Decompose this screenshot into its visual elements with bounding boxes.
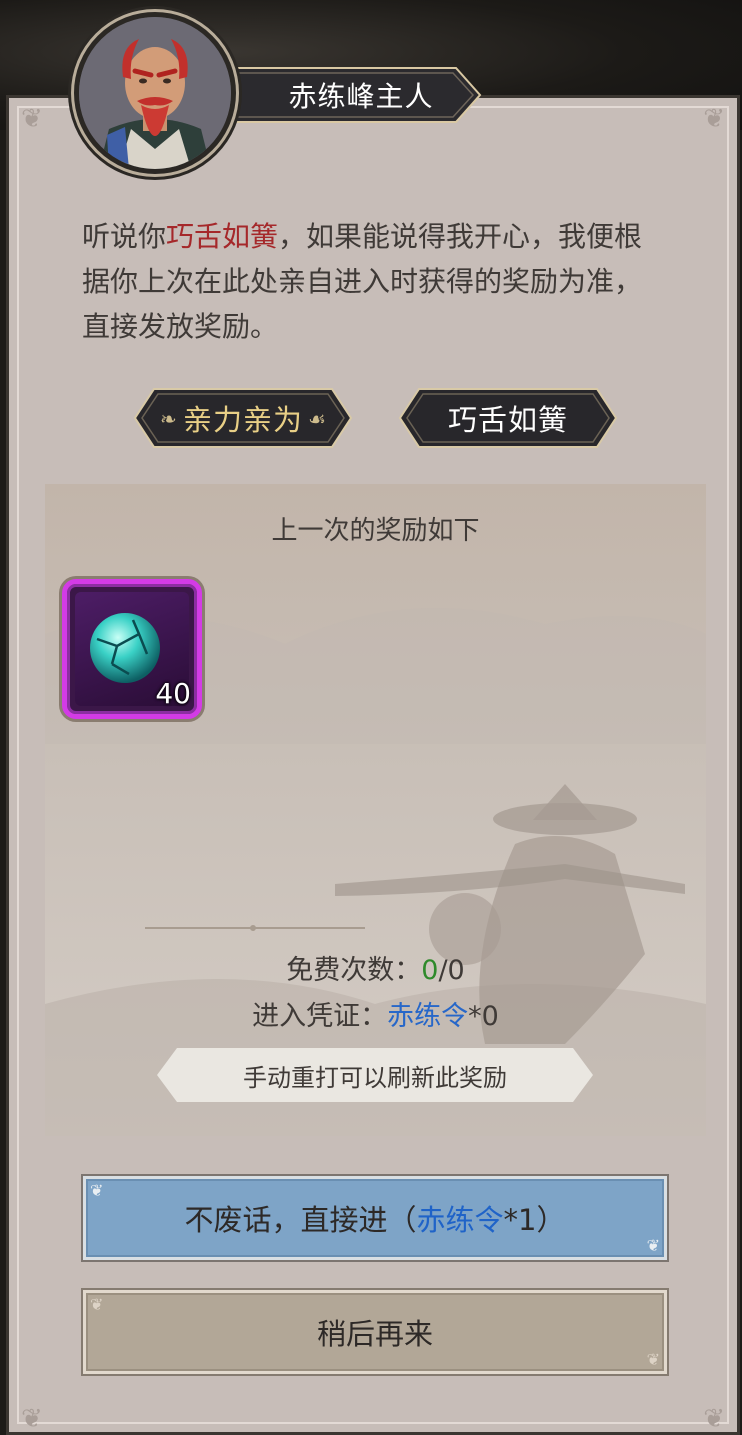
- direct-enter-button[interactable]: ❦ ❦ 不废话，直接进（ 赤练令 *1）: [83, 1176, 667, 1260]
- dialog-text-part: 听说你: [82, 220, 167, 253]
- entry-token-row: 进入凭证：赤练令*0: [45, 994, 706, 1033]
- personal-entry-button[interactable]: ❧ ☙ 亲力亲为: [132, 386, 354, 450]
- free-attempts-row: 免费次数：0/0: [45, 948, 706, 987]
- button-corner-icon: ❦: [90, 1295, 104, 1314]
- npc-name: 赤练峰主人: [288, 80, 434, 113]
- reward-title: 上一次的奖励如下: [271, 516, 480, 546]
- button-corner-icon: ❦: [646, 1236, 660, 1255]
- button-corner-icon: ❦: [646, 1350, 660, 1369]
- dialog-highlight: 巧舌如簧: [166, 220, 279, 253]
- free-attempts-total: /0: [438, 955, 465, 986]
- persuade-label: 巧舌如簧: [447, 403, 568, 437]
- direct-enter-prefix: 不废话，直接进（: [184, 1203, 417, 1237]
- refresh-hint-ribbon: 手动重打可以刷新此奖励: [155, 1046, 595, 1104]
- direct-enter-suffix: *1）: [503, 1203, 566, 1237]
- free-attempts-used: 0: [421, 955, 439, 986]
- corner-ornament-icon: ❦: [21, 104, 43, 134]
- reward-item-slot[interactable]: 40: [62, 579, 202, 719]
- entry-token-name[interactable]: 赤练令: [387, 1001, 468, 1032]
- persuade-button[interactable]: 巧舌如簧: [397, 386, 619, 450]
- refresh-hint-text: 手动重打可以刷新此奖励: [243, 1063, 507, 1092]
- npc-portrait: [74, 12, 236, 174]
- corner-ornament-icon: ❦: [703, 1404, 725, 1434]
- personal-entry-label: 亲力亲为: [182, 403, 303, 437]
- free-attempts-label: 免费次数：: [286, 955, 422, 986]
- reward-item-count: 40: [155, 677, 191, 710]
- entry-token-label: 进入凭证：: [252, 1001, 388, 1032]
- dialog-text: 听说你巧舌如簧，如果能说得我开心，我便根据你上次在此处亲自进入时获得的奖励为准，…: [82, 214, 662, 349]
- npc-portrait-icon: [79, 17, 231, 169]
- direct-enter-token: 赤练令: [416, 1203, 504, 1237]
- come-back-later-label: 稍后再来: [316, 1317, 433, 1351]
- come-back-later-button[interactable]: ❦ ❦ 稍后再来: [83, 1290, 667, 1374]
- npc-name-plate: 赤练峰主人: [228, 62, 482, 128]
- reward-panel: 上一次的奖励如下 40 免费次数：0/0 进入凭证：赤练令*0 手动重打可以刷新…: [45, 484, 706, 1136]
- corner-ornament-icon: ❦: [21, 1404, 43, 1434]
- entry-token-count: *0: [468, 1001, 499, 1032]
- button-corner-icon: ❦: [90, 1181, 104, 1200]
- corner-ornament-icon: ❦: [703, 104, 725, 134]
